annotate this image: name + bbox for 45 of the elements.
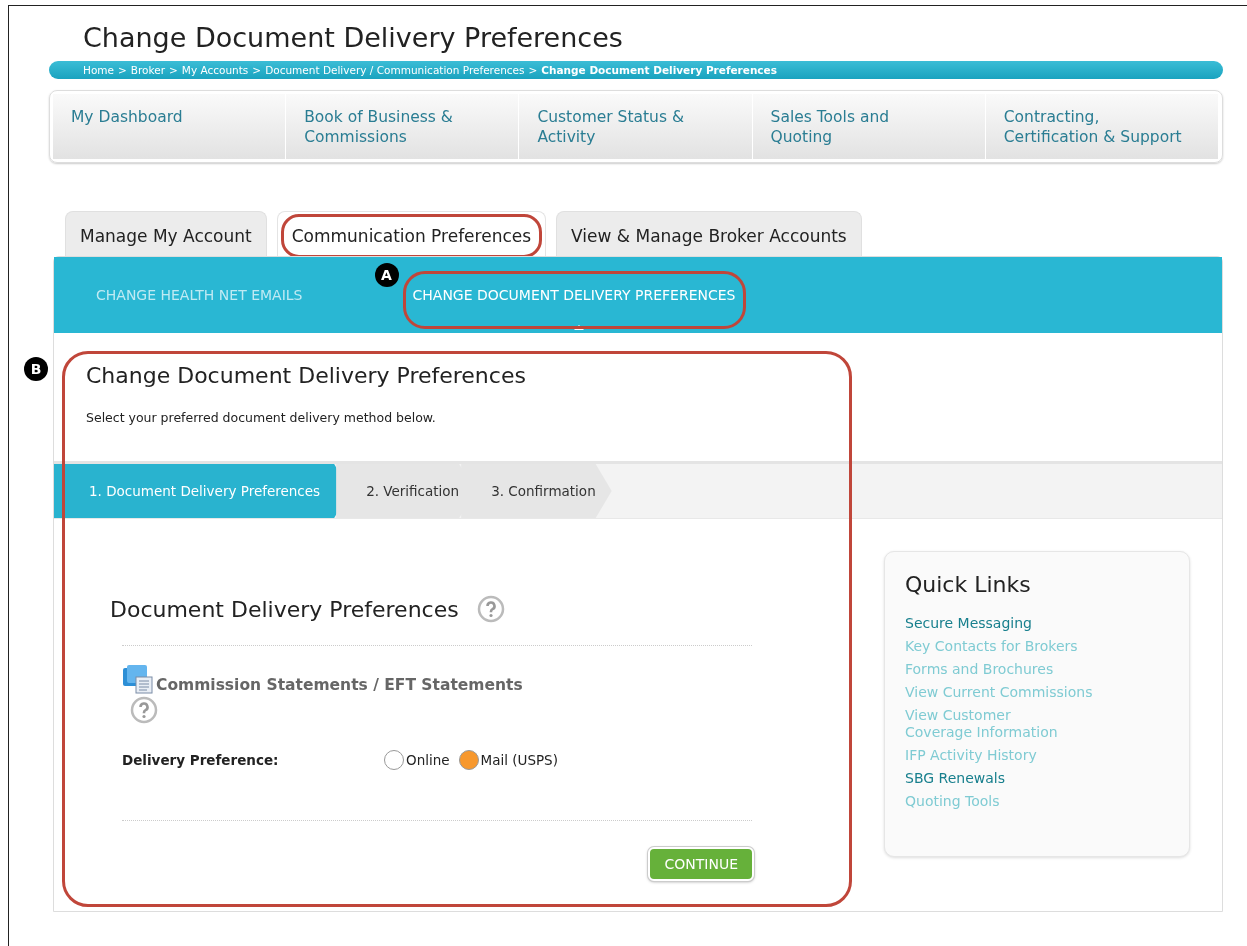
annotation-marker: B [24, 357, 48, 381]
radio-option[interactable]: Mail (USPS) [458, 750, 558, 770]
tab[interactable]: Communication Preferences [276, 211, 547, 256]
form-title: Document Delivery Preferences [110, 596, 459, 622]
tab[interactable]: View & Manage Broker Accounts [556, 211, 862, 256]
group-title: Commission Statements / EFT Statements [156, 676, 523, 694]
breadcrumb-separator: > [169, 64, 178, 76]
help-icon[interactable] [476, 595, 505, 623]
radio-button[interactable] [384, 750, 404, 770]
documents-icon [122, 664, 154, 694]
breadcrumb-link[interactable]: My Accounts [181, 64, 249, 76]
quick-link[interactable]: View Current Commissions [905, 684, 1169, 701]
breadcrumb-link[interactable]: Broker [130, 64, 166, 76]
annotation-marker: A [374, 263, 399, 287]
breadcrumb-link[interactable]: Document Delivery / Communication Preferences [265, 64, 525, 76]
card-title: Quick Links [905, 572, 1032, 597]
radio-option[interactable]: Online [384, 750, 450, 770]
breadcrumb-current: Change Document Delivery Preferences [541, 64, 777, 76]
quick-link[interactable]: IFP Activity History [905, 747, 1169, 764]
section-description: Select your preferred document delivery method below. [86, 410, 437, 425]
page-title: Change Document Delivery Preferences [83, 22, 624, 53]
quick-link[interactable]: SBG Renewals [905, 770, 1169, 787]
breadcrumb-separator: > [252, 64, 262, 76]
sub-tab[interactable]: CHANGE DOCUMENT DELIVERY PREFERENCES [412, 277, 736, 313]
nav-item[interactable]: Sales Tools and Quoting [752, 94, 986, 159]
nav-item[interactable]: Book of Business & Commissions [286, 94, 520, 159]
tab[interactable]: Manage My Account [65, 211, 267, 256]
quick-link[interactable]: Secure Messaging [905, 615, 1169, 632]
help-icon[interactable] [130, 696, 158, 724]
nav-item[interactable]: Contracting, Certification & Support [985, 94, 1219, 159]
breadcrumb-separator: > [118, 64, 127, 76]
quick-link[interactable]: Key Contacts for Brokers [905, 638, 1169, 655]
continue-button[interactable]: CONTINUE [648, 847, 754, 881]
radio-button[interactable] [458, 750, 479, 770]
nav-item[interactable]: Customer Status & Activity [519, 94, 753, 159]
breadcrumb-separator: > [528, 64, 538, 76]
breadcrumb-link[interactable]: Home [83, 64, 114, 76]
section-title: Change Document Delivery Preferences [86, 363, 527, 388]
quick-link[interactable]: Forms and Brochures [905, 661, 1169, 678]
sub-tab[interactable]: CHANGE HEALTH NET EMAILS [96, 277, 303, 313]
field-label: Delivery Preference: [122, 752, 280, 768]
quick-link[interactable]: View Customer Coverage Information [905, 707, 1169, 741]
nav-item[interactable]: My Dashboard [53, 94, 287, 159]
step: 3. Confirmation [461, 464, 612, 518]
quick-link[interactable]: Quoting Tools [905, 793, 1169, 810]
